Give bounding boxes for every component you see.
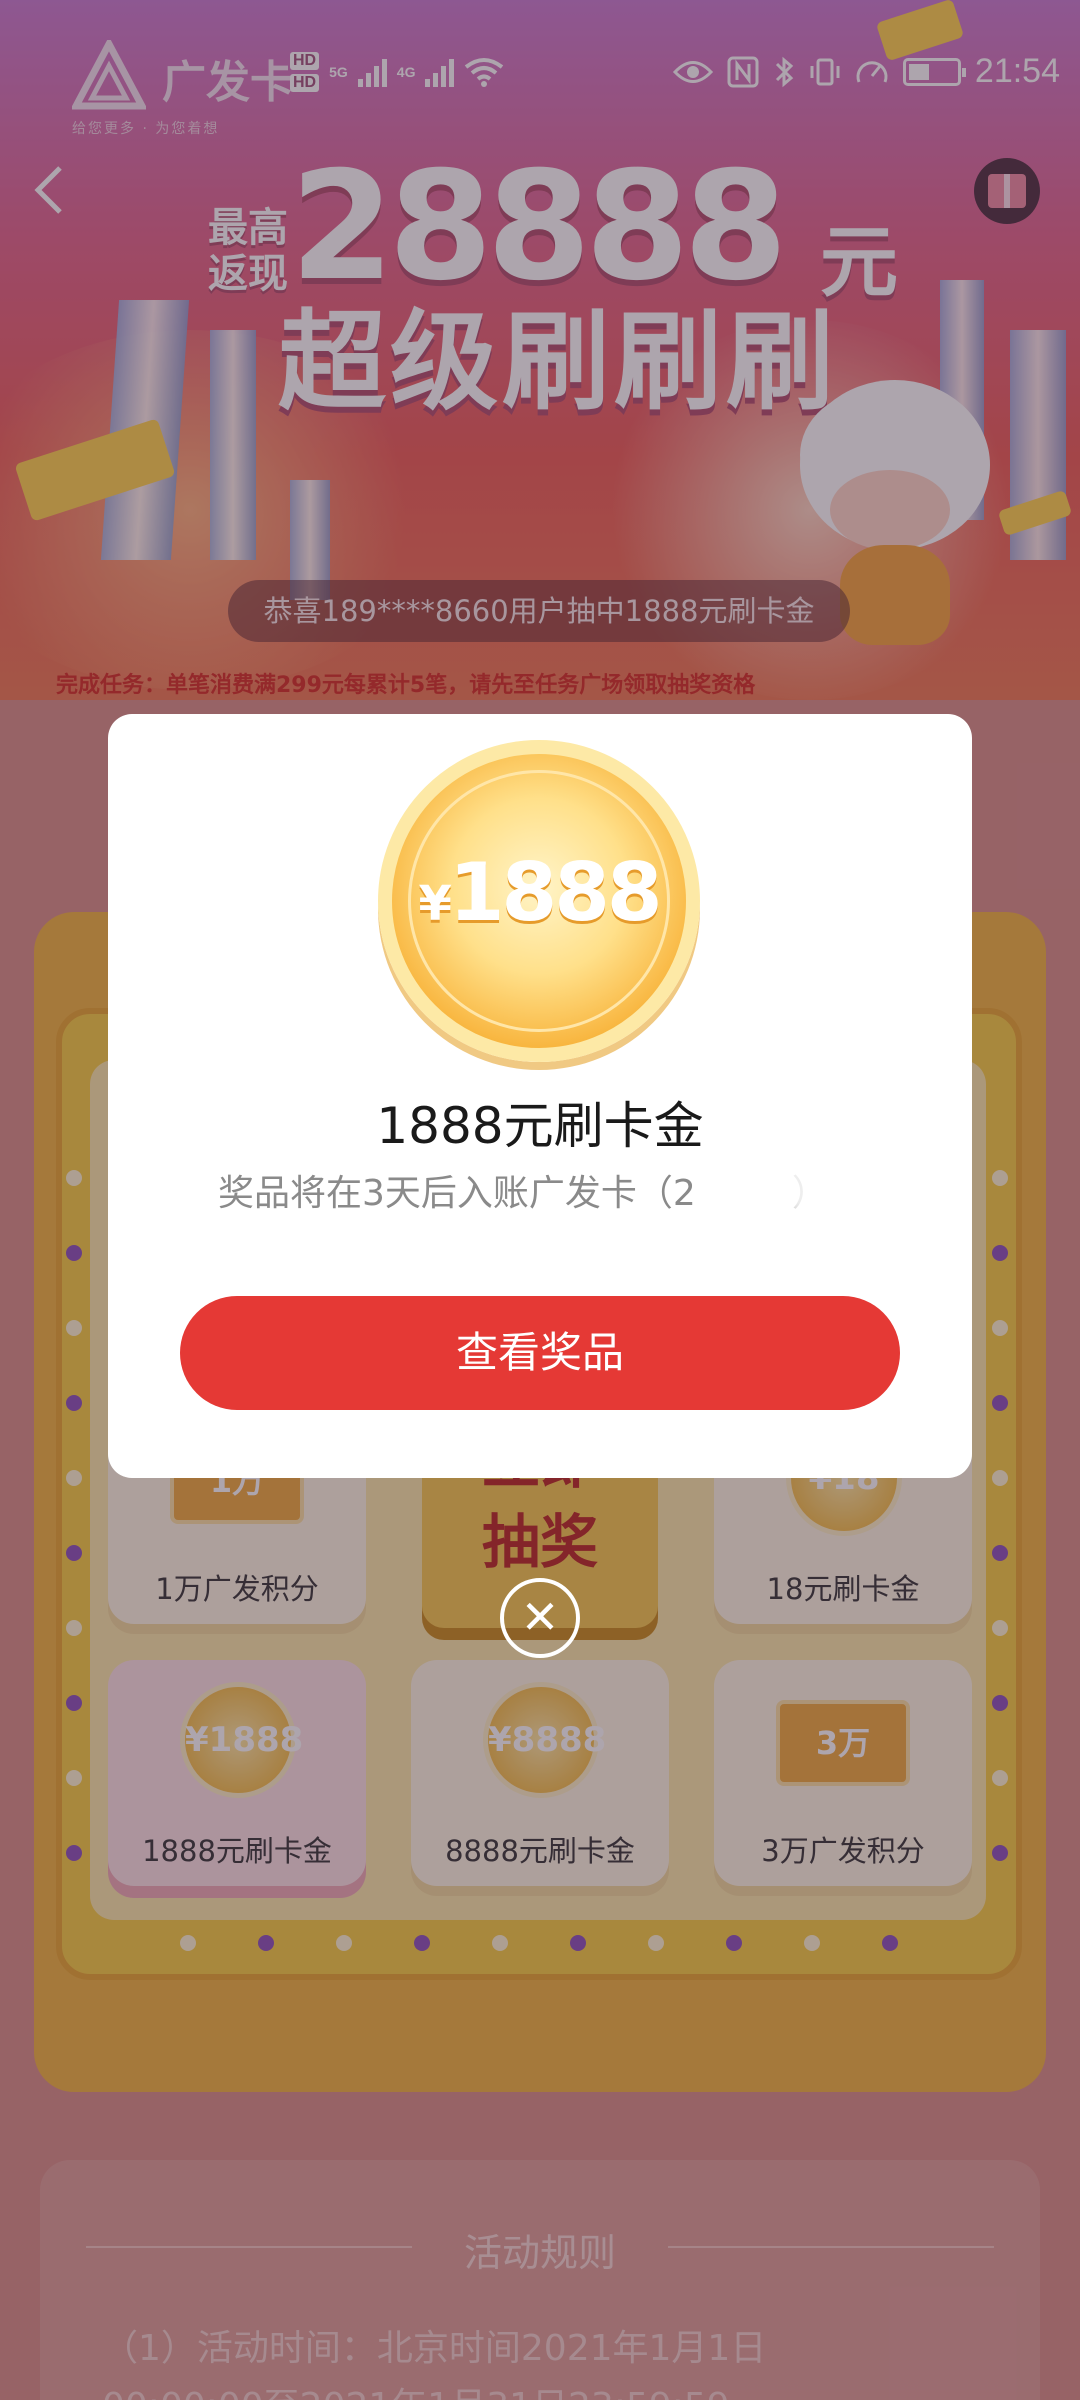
close-dialog-button[interactable]: ✕ bbox=[500, 1578, 580, 1658]
redacted-card-number bbox=[728, 1158, 868, 1214]
view-prize-button[interactable]: 查看奖品 bbox=[180, 1296, 900, 1410]
prize-coin-icon: ¥1888 bbox=[378, 740, 700, 1062]
prize-title: 1888元刷卡金 bbox=[376, 1097, 704, 1155]
close-icon: ✕ bbox=[520, 1590, 560, 1644]
prize-result-dialog: ¥1888 1888元刷卡金 奖品将在3天后入账广发卡（2） 查看奖品 bbox=[108, 714, 972, 1478]
